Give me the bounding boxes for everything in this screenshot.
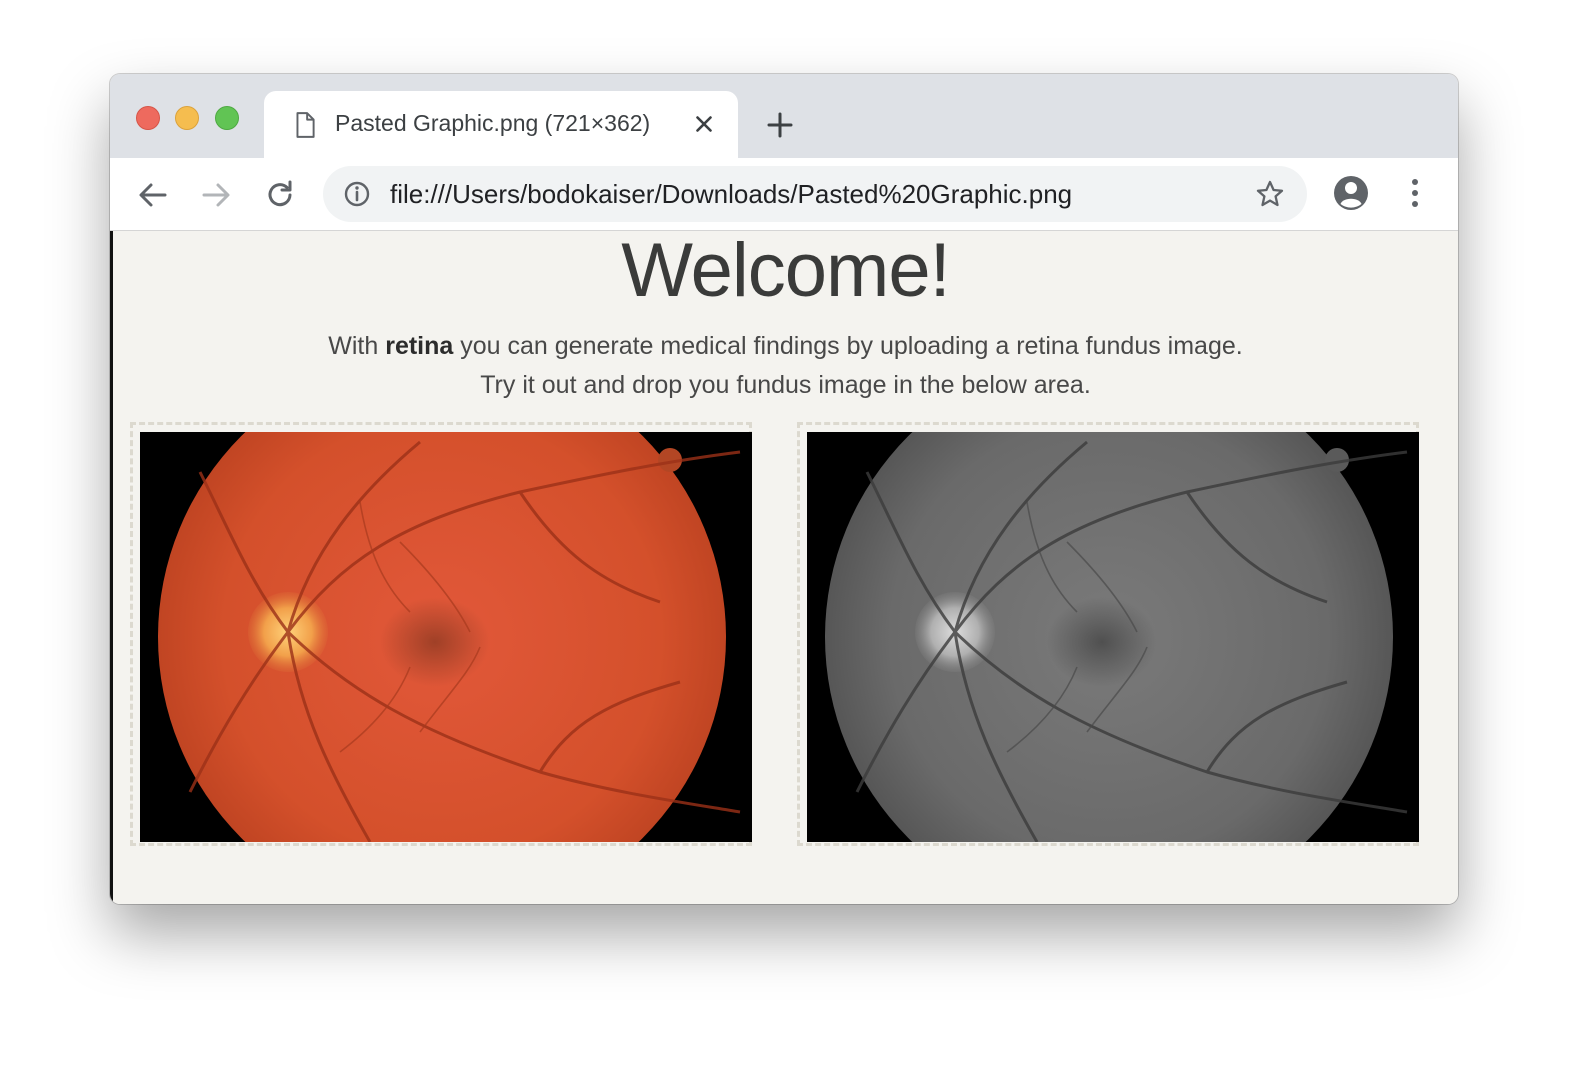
tab-title: Pasted Graphic.png (721×362)	[335, 110, 651, 136]
intro-line2: Try it out and drop you fundus image in …	[480, 371, 1091, 399]
plus-icon[interactable]	[765, 110, 795, 140]
info-icon[interactable]	[343, 180, 371, 208]
browser-window: Pasted Graphic.png (721×362) file:///Use…	[110, 74, 1458, 904]
zoom-window-button[interactable]	[215, 106, 239, 130]
toolbar: file:///Users/bodokaiser/Downloads/Paste…	[110, 158, 1458, 231]
close-icon[interactable]	[691, 111, 717, 137]
back-arrow-icon[interactable]	[136, 178, 170, 212]
retina-fundus-gray-image	[807, 432, 1419, 842]
minimize-window-button[interactable]	[175, 106, 199, 130]
forward-arrow-icon[interactable]	[199, 178, 233, 212]
intro-bold: retina	[385, 332, 454, 360]
retina-fundus-color-image	[140, 432, 752, 842]
more-vert-icon[interactable]	[1404, 176, 1426, 210]
url-text[interactable]: file:///Users/bodokaiser/Downloads/Paste…	[390, 179, 1072, 210]
fundus-dropzone-result[interactable]	[797, 422, 1419, 846]
address-bar[interactable]: file:///Users/bodokaiser/Downloads/Paste…	[323, 166, 1307, 222]
fundus-image-grayscale	[807, 432, 1419, 842]
fundus-image-color	[140, 432, 752, 842]
intro-suffix: you can generate medical findings by upl…	[453, 332, 1243, 360]
page-title: Welcome!	[621, 228, 950, 313]
star-icon[interactable]	[1255, 179, 1285, 209]
intro-text: With retina you can generate medical fin…	[113, 327, 1458, 405]
page-content: Welcome! With retina you can generate me…	[110, 231, 1458, 904]
file-icon	[296, 112, 315, 138]
reload-icon[interactable]	[263, 178, 297, 212]
close-window-button[interactable]	[136, 106, 160, 130]
intro-prefix: With	[328, 332, 386, 360]
tab-strip: Pasted Graphic.png (721×362)	[110, 74, 1458, 158]
tab-active[interactable]: Pasted Graphic.png (721×362)	[264, 91, 738, 158]
fundus-dropzone-original[interactable]	[130, 422, 752, 846]
account-circle-icon[interactable]	[1332, 174, 1370, 212]
